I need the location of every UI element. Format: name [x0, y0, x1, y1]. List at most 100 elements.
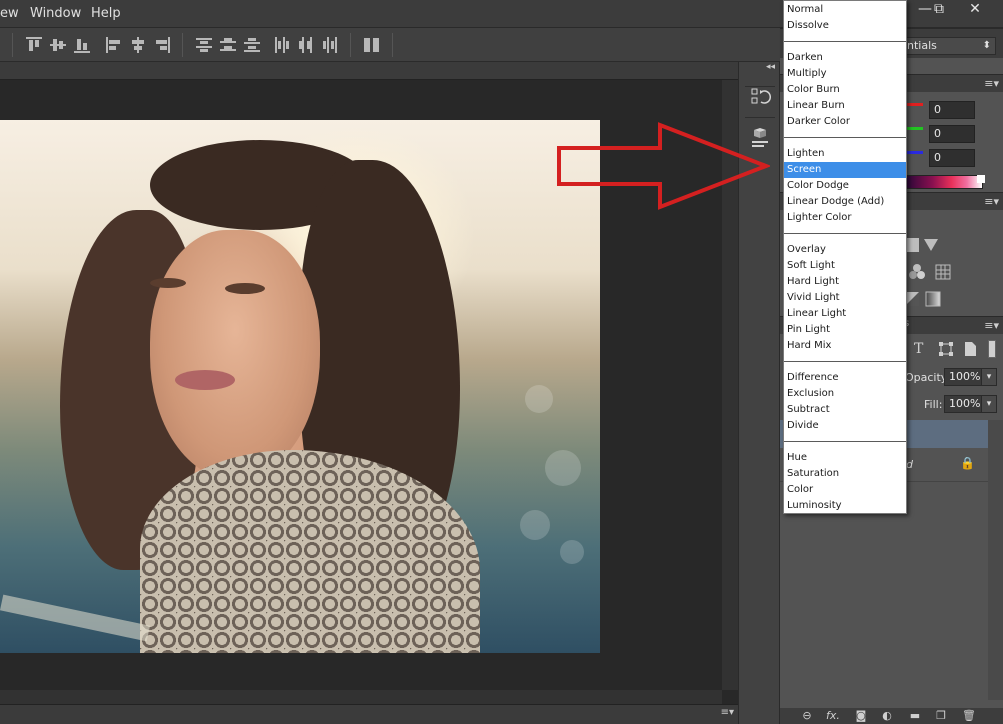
layers-scrollbar[interactable] [988, 420, 1003, 700]
bokeh-light [520, 510, 550, 540]
blend-mode-saturation[interactable]: Saturation [784, 466, 906, 482]
shape-filter-icon[interactable] [937, 340, 955, 358]
railing-shape [0, 594, 151, 642]
blend-mode-overlay[interactable]: Overlay [784, 242, 906, 258]
blend-mode-linear-dodge-add[interactable]: Linear Dodge (Add) [784, 194, 906, 210]
color-ramp[interactable] [905, 175, 983, 189]
green-slider[interactable] [905, 127, 923, 130]
blend-mode-difference[interactable]: Difference [784, 370, 906, 386]
blend-mode-luminosity[interactable]: Luminosity [784, 498, 906, 514]
align-right-icon[interactable] [154, 37, 170, 53]
white-swatch[interactable] [977, 175, 985, 183]
panel-menu-icon[interactable]: ≡▾ [721, 707, 734, 718]
blend-mode-color[interactable]: Color [784, 482, 906, 498]
red-annotation-arrow [557, 122, 770, 210]
panel-menu-icon[interactable]: ≡▾ [984, 77, 999, 90]
mask-icon[interactable]: ◙ [854, 709, 868, 723]
blend-mode-subtract[interactable]: Subtract [784, 402, 906, 418]
blend-mode-hue[interactable]: Hue [784, 450, 906, 466]
align-bottom-icon[interactable] [74, 37, 90, 53]
align-vcenter-icon[interactable] [50, 37, 66, 53]
blend-mode-linear-light[interactable]: Linear Light [784, 306, 906, 322]
red-value-field[interactable]: 0 [929, 101, 975, 119]
close-button[interactable]: ✕ [960, 0, 990, 20]
blend-mode-divide[interactable]: Divide [784, 418, 906, 434]
blend-mode-normal[interactable]: Normal [784, 2, 906, 18]
gradient-map-icon[interactable] [922, 236, 940, 254]
bokeh-light [560, 540, 584, 564]
blend-mode-hard-light[interactable]: Hard Light [784, 274, 906, 290]
blend-mode-vivid-light[interactable]: Vivid Light [784, 290, 906, 306]
blue-slider[interactable] [905, 151, 923, 154]
blend-mode-hard-mix[interactable]: Hard Mix [784, 338, 906, 354]
trash-icon[interactable]: 🗑 [962, 709, 976, 723]
blend-mode-darker-color[interactable]: Darker Color [784, 114, 906, 130]
menu-view[interactable]: ew [0, 6, 19, 21]
lips-shape [175, 370, 235, 390]
workspace-value: ntials [907, 39, 937, 52]
blend-mode-separator [784, 361, 906, 362]
red-slider[interactable] [905, 103, 923, 106]
blend-mode-dissolve[interactable]: Dissolve [784, 18, 906, 34]
align-left-icon[interactable] [106, 37, 122, 53]
distribute-left-icon[interactable] [274, 37, 290, 53]
channel-mixer-icon[interactable] [908, 263, 926, 281]
menu-window[interactable]: Window [30, 6, 81, 21]
type-filter-icon[interactable]: T [914, 341, 923, 357]
distribute-hcenter-icon[interactable] [298, 37, 314, 53]
blend-mode-multiply[interactable]: Multiply [784, 66, 906, 82]
blend-mode-color-dodge[interactable]: Color Dodge [784, 178, 906, 194]
fill-dropdown-button[interactable]: ▾ [981, 395, 997, 413]
distribute-bottom-icon[interactable] [244, 37, 260, 53]
blend-mode-exclusion[interactable]: Exclusion [784, 386, 906, 402]
workspace-selector[interactable]: ntials ⬍ [900, 37, 996, 55]
lock-icon: 🔒 [960, 456, 975, 470]
green-value-field[interactable]: 0 [929, 125, 975, 143]
face-shape [150, 230, 320, 480]
smart-object-filter-icon[interactable] [961, 340, 979, 358]
history-icon[interactable] [749, 86, 771, 108]
opacity-field[interactable]: 100% [944, 368, 982, 386]
restore-button[interactable]: ⧉ [924, 0, 954, 20]
blend-mode-dropdown: Normal Dissolve Darken Multiply Color Burn Li… [783, 0, 907, 514]
blend-mode-soft-light[interactable]: Soft Light [784, 258, 906, 274]
blend-mode-separator [784, 137, 906, 138]
eye-shape [150, 278, 186, 288]
distribute-vcenter-icon[interactable] [220, 37, 236, 53]
panel-menu-icon[interactable]: ≡▾ [984, 319, 999, 332]
opacity-dropdown-button[interactable]: ▾ [981, 368, 997, 386]
fill-label: Fill: [924, 398, 943, 411]
menu-help[interactable]: Help [91, 6, 121, 21]
blend-mode-linear-burn[interactable]: Linear Burn [784, 98, 906, 114]
document-tab-strip [0, 62, 738, 80]
blend-mode-color-burn[interactable]: Color Burn [784, 82, 906, 98]
bokeh-light [545, 450, 581, 486]
gradient-fill-icon[interactable] [924, 290, 942, 308]
horizontal-scrollbar[interactable] [0, 690, 722, 704]
adjustment-icon[interactable]: ◐ [880, 709, 894, 723]
collapse-arrows-icon[interactable]: ◂◂ [766, 62, 775, 72]
link-icon[interactable]: ⊖ [800, 709, 814, 723]
distribute-right-icon[interactable] [322, 37, 338, 53]
distribute-top-icon[interactable] [196, 37, 212, 53]
blend-mode-screen[interactable]: Screen [784, 162, 906, 178]
folder-icon[interactable]: ▬ [908, 709, 922, 723]
color-lookup-icon[interactable] [934, 263, 952, 281]
filter-toggle[interactable] [988, 340, 996, 358]
blend-mode-pin-light[interactable]: Pin Light [784, 322, 906, 338]
auto-align-icon[interactable] [364, 37, 380, 53]
fill-field[interactable]: 100% [944, 395, 982, 413]
layer-name: d [906, 458, 913, 471]
align-top-icon[interactable] [26, 37, 42, 53]
blue-value-field[interactable]: 0 [929, 149, 975, 167]
align-hcenter-icon[interactable] [130, 37, 146, 53]
blend-mode-lighten[interactable]: Lighten [784, 146, 906, 162]
blend-mode-lighter-color[interactable]: Lighter Color [784, 210, 906, 226]
toolbar-separator [392, 33, 393, 57]
new-layer-icon[interactable]: ❐ [934, 709, 948, 723]
blend-mode-darken[interactable]: Darken [784, 50, 906, 66]
panel-menu-icon[interactable]: ≡▾ [984, 195, 999, 208]
toolbar-separator [182, 33, 183, 57]
toolbar-separator [350, 33, 351, 57]
fx-icon[interactable]: fx. [826, 709, 840, 723]
